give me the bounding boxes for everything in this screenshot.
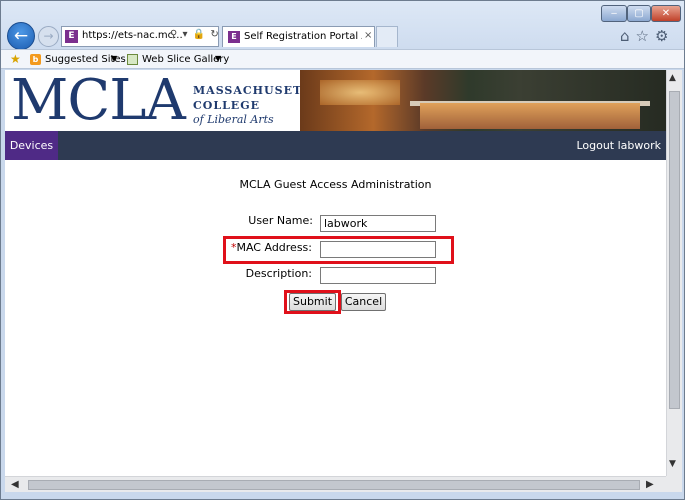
page-content: MCLA MASSACHUSETTS COLLEGE of Liberal Ar… bbox=[5, 70, 666, 476]
horizontal-scroll-thumb[interactable] bbox=[28, 480, 640, 490]
vertical-scrollbar[interactable]: ▲ ▼ bbox=[666, 70, 682, 476]
site-favicon-icon: E bbox=[65, 30, 78, 43]
mac-address-label: *MAC Address: bbox=[132, 241, 312, 254]
site-nav-bar: Devices Logout labwork bbox=[5, 131, 666, 160]
tab-favicon-icon: E bbox=[228, 31, 240, 43]
mac-address-field[interactable] bbox=[320, 241, 436, 258]
maximize-button[interactable]: ▢ bbox=[627, 5, 651, 22]
banner-photo bbox=[300, 70, 666, 131]
mac-address-label-text: MAC Address: bbox=[236, 241, 312, 254]
tab-title: Self Registration Portal Add... bbox=[244, 31, 362, 42]
minimize-button[interactable]: ‒ bbox=[601, 5, 627, 22]
web-slice-icon bbox=[127, 54, 138, 65]
close-window-button[interactable]: ✕ bbox=[651, 5, 681, 22]
site-logo[interactable]: MCLA MASSACHUSETTS COLLEGE of Liberal Ar… bbox=[5, 70, 319, 133]
vertical-scroll-thumb[interactable] bbox=[669, 91, 680, 409]
forward-arrow-icon[interactable]: → bbox=[38, 26, 59, 47]
new-tab-button[interactable] bbox=[376, 26, 398, 47]
user-name-field[interactable] bbox=[320, 215, 436, 232]
home-icon[interactable]: ⌂ bbox=[620, 27, 636, 45]
address-text[interactable]: https://ets-nac.mc... bbox=[82, 30, 183, 41]
description-label: Description: bbox=[245, 267, 312, 280]
favorites-star-icon[interactable]: ★ bbox=[10, 52, 21, 66]
user-name-label: User Name: bbox=[248, 214, 313, 227]
scroll-right-icon[interactable]: ▶ bbox=[646, 479, 654, 490]
logo-line-2: COLLEGE bbox=[193, 99, 260, 112]
chevron-down-icon[interactable]: ▼ bbox=[215, 54, 221, 63]
nav-devices-tab[interactable]: Devices bbox=[5, 131, 58, 160]
submit-button[interactable]: Submit bbox=[289, 293, 336, 311]
favorites-bar: ★ b Suggested Sites ▼ Web Slice Gallery … bbox=[1, 49, 684, 69]
logout-link[interactable]: Logout labwork bbox=[576, 131, 661, 160]
back-arrow-icon[interactable]: ← bbox=[7, 22, 35, 50]
horizontal-scrollbar[interactable]: ◀ ▶ bbox=[5, 476, 666, 492]
address-bar[interactable]: E https://ets-nac.mc... ⚲ ▾ 🔒 ↻ bbox=[61, 26, 219, 47]
description-field[interactable] bbox=[320, 267, 436, 284]
scrollbar-corner bbox=[666, 476, 682, 492]
star-icon[interactable]: ☆ bbox=[636, 27, 655, 45]
page-title: MCLA Guest Access Administration bbox=[239, 178, 432, 191]
browser-tab[interactable]: E Self Registration Portal Add... × bbox=[222, 26, 375, 47]
scroll-left-icon[interactable]: ◀ bbox=[11, 479, 19, 490]
scroll-down-icon[interactable]: ▼ bbox=[669, 459, 676, 469]
logo-wordmark: MCLA bbox=[11, 70, 186, 133]
scroll-up-icon[interactable]: ▲ bbox=[669, 73, 676, 83]
chevron-down-icon[interactable]: ▼ bbox=[111, 54, 117, 63]
gear-icon[interactable]: ⚙ bbox=[655, 27, 674, 45]
logo-line-3: of Liberal Arts bbox=[193, 113, 274, 126]
window-bottom-border bbox=[1, 492, 684, 499]
tab-close-icon[interactable]: × bbox=[364, 30, 372, 41]
photo-building bbox=[420, 103, 640, 129]
cancel-button[interactable]: Cancel bbox=[341, 293, 386, 311]
address-actions[interactable]: ⚲ ▾ 🔒 ↻ bbox=[170, 29, 220, 40]
photo-light bbox=[320, 80, 400, 105]
suggested-sites-icon: b bbox=[30, 54, 41, 65]
